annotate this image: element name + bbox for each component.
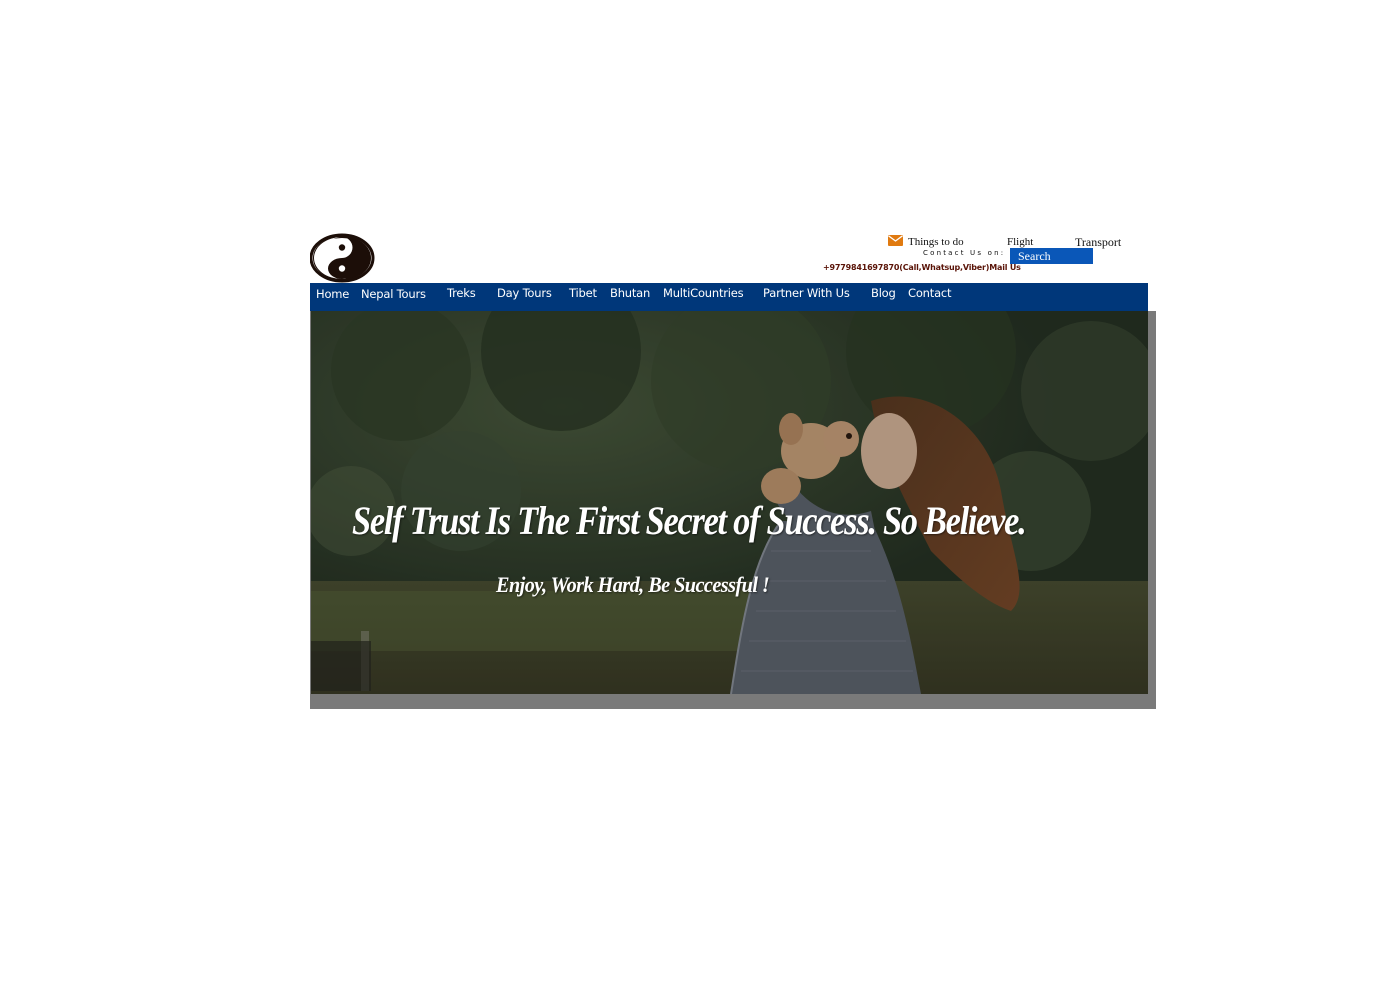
mail-us-link[interactable]: Mail Us — [989, 263, 1021, 272]
contact-phone-line: +9779841697870(Call,Whatsup,Viber)Mail U… — [823, 263, 1021, 272]
envelope-icon[interactable] — [888, 235, 903, 246]
nav-item-nepal-tours[interactable]: Nepal Tours — [361, 287, 426, 301]
nav-item-blog[interactable]: Blog — [871, 286, 896, 300]
page: Things to do Flight Transport Contact Us… — [0, 0, 1400, 1000]
nav-item-bhutan[interactable]: Bhutan — [610, 286, 650, 300]
hero-subline: Enjoy, Work Hard, Be Successful ! — [496, 572, 770, 597]
nav-item-multicountries[interactable]: MultiCountries — [663, 286, 744, 300]
main-nav: Home Nepal Tours Treks Day Tours Tibet B… — [310, 283, 1148, 311]
nav-item-day-tours[interactable]: Day Tours — [497, 286, 552, 300]
nav-item-treks[interactable]: Treks — [447, 286, 476, 300]
nav-item-contact[interactable]: Contact — [908, 286, 952, 300]
flight-link[interactable]: Flight — [1007, 236, 1033, 248]
nav-item-home[interactable]: Home — [316, 287, 349, 301]
yin-yang-icon[interactable] — [310, 233, 376, 283]
contact-us-label: Contact Us on: — [923, 249, 1006, 257]
nav-item-partner-with-us[interactable]: Partner With Us — [763, 286, 850, 300]
things-to-do-link[interactable]: Things to do — [908, 236, 964, 248]
phone-number[interactable]: +9779841697870(Call,Whatsup,Viber) — [823, 263, 989, 272]
search-input[interactable]: Search — [1010, 248, 1093, 264]
hero-headline: Self Trust Is The First Secret of Succes… — [352, 498, 1027, 543]
nav-item-tibet[interactable]: Tibet — [569, 286, 597, 300]
